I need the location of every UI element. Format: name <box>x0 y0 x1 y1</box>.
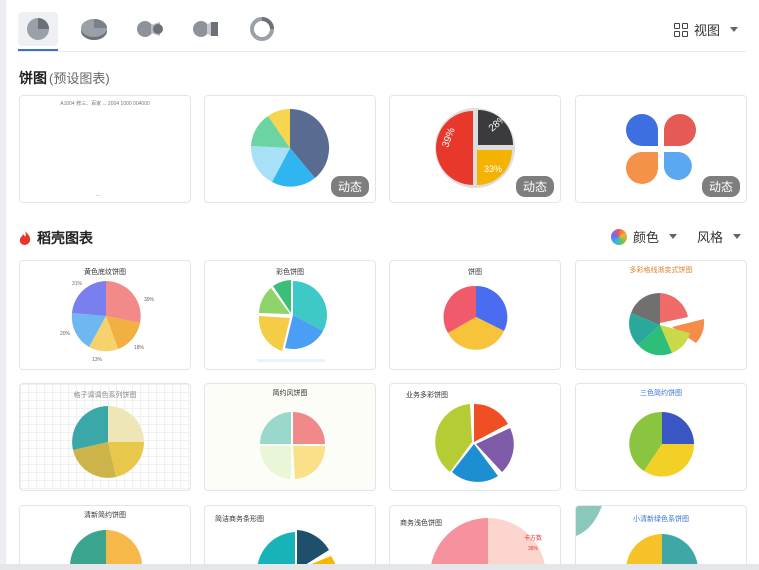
card-title: 黄色底纹饼图 <box>84 269 126 276</box>
bar-of-pie-type-tab[interactable] <box>186 12 226 46</box>
docer-icon <box>19 231 31 245</box>
card-title: 简洁商务条形图 <box>215 516 264 523</box>
preset-subtitle: (预设图表) <box>49 71 110 86</box>
pie-thumbnail <box>72 406 144 478</box>
color-filter[interactable]: 颜色 <box>610 227 677 246</box>
template-card[interactable]: 格子调调色系列饼图 <box>19 383 191 491</box>
data-label: 20% <box>60 331 71 337</box>
template-card[interactable]: 业务多彩饼图 <box>389 383 561 491</box>
style-label: 风格 <box>696 230 723 245</box>
card-title: 三色简约饼图 <box>640 390 682 397</box>
pie-thumbnail <box>443 285 508 350</box>
template-card[interactable]: 彩色饼图 <box>204 260 376 370</box>
pie-thumbnail <box>629 411 695 477</box>
chevron-down-icon <box>730 27 738 32</box>
template-card[interactable]: 简约风饼图 <box>204 383 376 491</box>
pie-type-tab[interactable] <box>18 12 58 51</box>
preset-card-petal[interactable]: 动态 <box>575 95 747 203</box>
card-title: 清新简约饼图 <box>84 512 126 519</box>
card-title: A1004 修三、百家 ... 2004 1000 004000 <box>60 101 150 107</box>
template-card[interactable]: 清新简约饼图 <box>19 505 191 570</box>
pie-thumbnail <box>259 412 326 479</box>
pie-thumbnail: 39% 18% 13% 20% 31% <box>60 281 155 363</box>
left-edge <box>0 0 6 570</box>
preset-card-pie-exploded[interactable]: 28% 33% 39% 动态 <box>389 95 561 203</box>
template-card[interactable]: 三色简约饼图 <box>575 383 747 491</box>
preset-card-pie[interactable]: 动态 <box>204 95 376 203</box>
bar-pie-icon <box>193 21 218 37</box>
card-title: 彩色饼图 <box>276 269 304 276</box>
donut-side-icon <box>137 21 163 37</box>
template-filters: 颜色 风格 <box>610 227 741 246</box>
card-title: 简约风饼图 <box>272 390 308 397</box>
view-button[interactable]: 视图 <box>673 20 738 39</box>
pie-thumbnail <box>629 292 705 356</box>
pie-thumbnail: 卡方数 38% <box>430 518 546 570</box>
pie3d-type-tab[interactable] <box>74 12 114 46</box>
pie-of-pie-type-tab[interactable] <box>130 12 170 46</box>
card-title: 饼图 <box>468 269 482 276</box>
chart-type-toolbar: 视图 <box>18 8 746 52</box>
ring-icon <box>250 17 274 41</box>
preset-title: 饼图 <box>19 70 47 86</box>
data-label: 13% <box>92 357 103 363</box>
card-legend: ... <box>96 192 101 198</box>
card-title: 商务浅色饼图 <box>400 520 442 527</box>
template-card[interactable]: 多彩格线渐变式饼图 <box>575 260 747 370</box>
pie-icon <box>27 18 49 40</box>
dynamic-badge: 动态 <box>330 176 369 197</box>
grid-view-icon <box>673 22 688 37</box>
color-label: 颜色 <box>632 230 659 245</box>
view-label: 视图 <box>693 23 720 38</box>
preset-section-title: 饼图 (预设图表) <box>19 68 110 88</box>
template-card[interactable]: 黄色底纹饼图 39% 18% 13% 20% 31% <box>19 260 191 370</box>
pie3d-icon <box>81 19 107 40</box>
card-title: 业务多彩饼图 <box>406 392 448 399</box>
label-33: 33% <box>484 164 502 174</box>
preset-card-basic[interactable]: A1004 修三、百家 ... 2004 1000 004000 ... <box>19 95 191 203</box>
template-card[interactable]: 简洁商务条形图 <box>204 505 376 570</box>
data-label: 31% <box>72 281 83 287</box>
bottom-edge <box>0 564 759 570</box>
template-title: 稻壳图表 <box>37 230 93 246</box>
ring-type-tab[interactable] <box>242 12 282 46</box>
data-label: 18% <box>134 345 145 351</box>
dynamic-badge: 动态 <box>515 176 554 197</box>
chevron-down-icon <box>668 234 677 239</box>
template-card[interactable]: 小清新绿色系饼图 <box>575 505 747 570</box>
style-filter[interactable]: 风格 <box>697 227 741 246</box>
card-title: 小清新绿色系饼图 <box>633 516 689 523</box>
data-label: 卡方数 <box>524 534 542 542</box>
template-section-title: 稻壳图表 <box>19 228 93 248</box>
data-label: 38% <box>528 546 539 552</box>
card-title: 格子调调色系列饼图 <box>73 392 137 399</box>
template-card[interactable]: 商务浅色饼图 卡方数 38% <box>389 505 561 570</box>
pie-thumbnail <box>435 403 514 482</box>
data-label: 39% <box>144 297 155 303</box>
template-card[interactable]: 饼图 <box>389 260 561 370</box>
pie-thumbnail <box>257 280 327 362</box>
color-wheel-icon <box>610 228 627 245</box>
card-title: 多彩格线渐变式饼图 <box>629 267 693 274</box>
dynamic-badge: 动态 <box>701 176 740 197</box>
chevron-down-icon <box>733 234 741 239</box>
